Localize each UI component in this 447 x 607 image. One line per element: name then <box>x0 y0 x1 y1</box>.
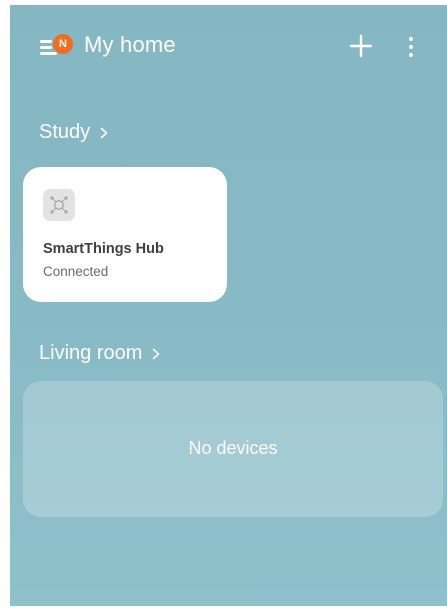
device-status: Connected <box>43 264 109 279</box>
empty-room-card: No devices <box>23 381 443 517</box>
notification-badge: N <box>53 34 73 54</box>
chevron-right-icon <box>100 127 108 138</box>
home-title[interactable]: My home <box>84 32 176 58</box>
room-name: Study <box>39 121 91 143</box>
chevron-right-icon <box>153 348 160 359</box>
room-name: Living room <box>39 342 143 364</box>
more-options-button[interactable] <box>403 34 419 60</box>
top-bar: N My home <box>10 5 447 85</box>
vertical-dots-icon <box>409 37 413 57</box>
hamburger-menu-icon <box>40 40 52 43</box>
hub-icon <box>43 189 75 221</box>
app-screen: N My home Study SmartThings Hub Connecte… <box>10 5 447 606</box>
device-name: SmartThings Hub <box>43 241 164 257</box>
hamburger-line <box>40 46 52 49</box>
device-card-smartthings-hub[interactable]: SmartThings Hub Connected <box>23 167 227 302</box>
plus-icon <box>349 34 373 58</box>
room-header-study[interactable]: Study <box>39 121 108 144</box>
no-devices-label: No devices <box>188 438 278 458</box>
hamburger-line <box>40 52 57 55</box>
room-header-living-room[interactable]: Living room <box>39 342 160 365</box>
add-button[interactable] <box>348 33 374 59</box>
menu-button[interactable]: N <box>40 34 74 63</box>
